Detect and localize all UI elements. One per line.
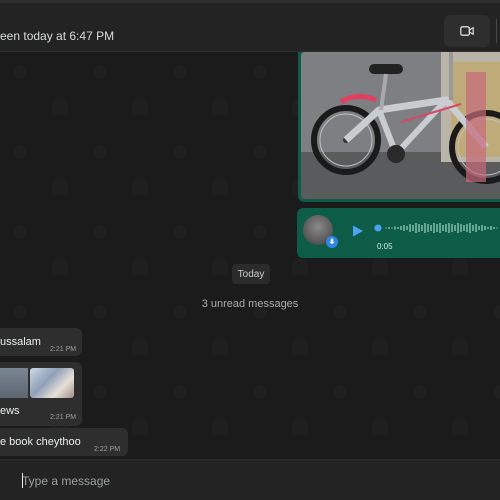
message-time: 2:22 PM (94, 446, 121, 453)
outgoing-image-message[interactable] (298, 52, 500, 202)
message-composer (0, 459, 500, 500)
chat-message-area[interactable]: 0:05 Today 3 unread messages ussalam 2:2… (0, 52, 500, 459)
incoming-message[interactable]: e book cheythoo 2:22 PM (0, 428, 128, 456)
message-input[interactable] (22, 472, 422, 490)
voice-duration: 0:05 (377, 242, 393, 251)
header-divider (496, 19, 497, 43)
incoming-message[interactable]: ussalam 2:21 PM (0, 328, 82, 356)
audio-waveform[interactable] (374, 220, 500, 236)
link-preview-image[interactable] (0, 368, 28, 398)
bicycle-illustration (301, 52, 500, 199)
bicycle-photo[interactable] (301, 52, 500, 199)
mic-icon (326, 236, 338, 248)
message-text: e book cheythoo (0, 436, 81, 448)
play-icon[interactable] (352, 224, 364, 242)
chat-header: een today at 6:47 PM (0, 0, 500, 52)
unread-messages-divider: 3 unread messages (201, 298, 299, 310)
link-preview-thumbnail[interactable] (30, 368, 74, 398)
message-time: 2:21 PM (50, 414, 77, 421)
video-camera-icon (460, 26, 474, 36)
message-text: ews (0, 405, 20, 417)
date-divider: Today (232, 264, 270, 284)
text-cursor (22, 473, 23, 488)
message-time: 2:21 PM (50, 346, 77, 353)
last-seen-status: een today at 6:47 PM (0, 29, 115, 43)
video-call-button[interactable] (444, 15, 490, 47)
outgoing-voice-message[interactable]: 0:05 (297, 208, 500, 258)
incoming-message[interactable]: ews 2:21 PM (0, 362, 82, 426)
message-text: ussalam (0, 336, 41, 348)
